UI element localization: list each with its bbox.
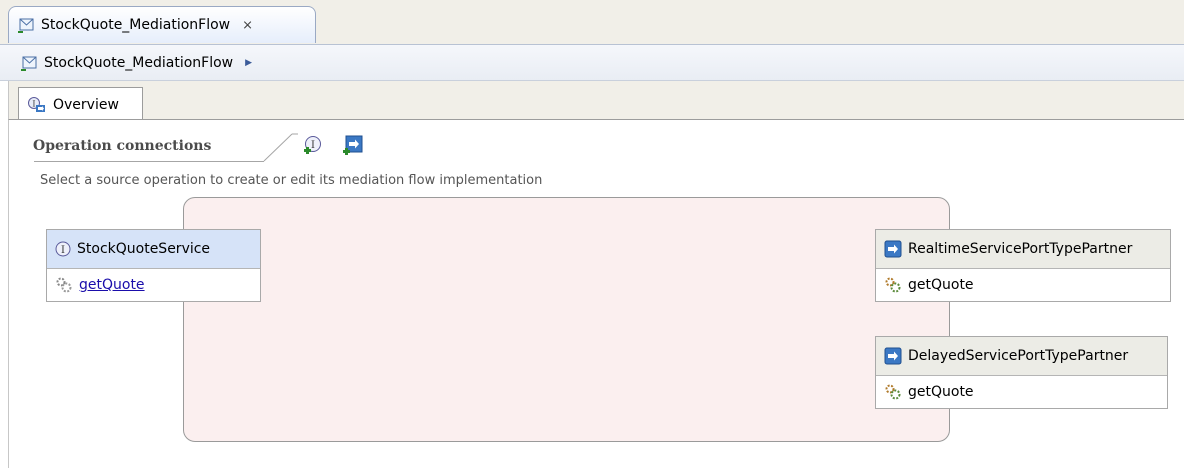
tab-overview-label: Overview	[53, 96, 119, 113]
target-reference-node-realtime: RealtimeServicePortTypePartner getQuote	[875, 229, 1171, 302]
target-operation-label: getQuote	[908, 277, 974, 293]
add-interface-icon[interactable]: I	[302, 134, 324, 156]
reference-arrow-icon	[884, 240, 902, 258]
target-operation-row[interactable]: getQuote	[876, 269, 1170, 301]
source-interface-header[interactable]: I StockQuoteService	[47, 230, 260, 269]
source-operation-row[interactable]: getQuote	[47, 269, 260, 301]
svg-text:I: I	[32, 99, 35, 108]
svg-text:I: I	[311, 140, 315, 151]
breadcrumb-item[interactable]: StockQuote_MediationFlow	[44, 55, 233, 71]
source-operation-link[interactable]: getQuote	[79, 277, 145, 293]
target-operation-row[interactable]: getQuote	[876, 376, 1167, 408]
breadcrumb-arrow-icon[interactable]: ▶	[245, 58, 252, 68]
close-icon[interactable]: ⨯	[242, 18, 253, 33]
section-divider	[34, 161, 264, 162]
editor-tab-bar: StockQuote_MediationFlow ⨯	[0, 0, 1184, 45]
breadcrumb: StockQuote_MediationFlow ▶	[0, 45, 1184, 81]
operation-connection-area	[183, 197, 950, 442]
operation-gear-icon	[885, 384, 901, 400]
source-interface-node: I StockQuoteService getQuote	[46, 229, 261, 302]
interface-icon: I	[55, 241, 71, 257]
target-operation-label: getQuote	[908, 384, 974, 400]
tab-overview[interactable]: I Overview	[18, 87, 143, 121]
section-description: Select a source operation to create or e…	[40, 173, 543, 188]
mediation-flow-icon	[18, 18, 34, 33]
svg-text:I: I	[61, 245, 65, 256]
target-reference-name: DelayedServicePortTypePartner	[908, 348, 1129, 364]
section-title: Operation connections	[33, 138, 212, 154]
page-tab-bar: I Overview	[8, 81, 1184, 121]
source-interface-name: StockQuoteService	[77, 241, 211, 257]
add-reference-icon[interactable]	[342, 134, 364, 156]
reference-arrow-icon	[884, 347, 902, 365]
operation-gear-icon	[885, 277, 901, 293]
target-reference-header[interactable]: RealtimeServicePortTypePartner	[876, 230, 1170, 269]
editor-tab[interactable]: StockQuote_MediationFlow ⨯	[8, 6, 316, 43]
mediation-flow-icon	[21, 56, 37, 71]
overview-icon: I	[28, 96, 45, 112]
operation-gear-icon	[56, 277, 72, 293]
target-reference-header[interactable]: DelayedServicePortTypePartner	[876, 337, 1167, 376]
target-reference-node-delayed: DelayedServicePortTypePartner getQuote	[875, 336, 1168, 409]
target-reference-name: RealtimeServicePortTypePartner	[908, 241, 1133, 257]
editor-tab-title: StockQuote_MediationFlow	[41, 17, 231, 33]
section-divider-slant	[263, 133, 298, 162]
